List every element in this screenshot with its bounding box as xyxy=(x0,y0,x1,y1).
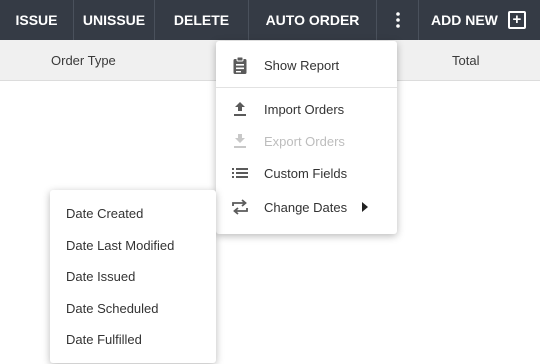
menu-item-label: Import Orders xyxy=(264,101,345,117)
issue-button[interactable]: ISSUE xyxy=(0,0,74,40)
plus-square-icon: + xyxy=(507,11,526,29)
delete-button[interactable]: DELETE xyxy=(155,0,249,40)
auto-order-button[interactable]: AUTO ORDER xyxy=(249,0,377,40)
menu-item-custom-fields[interactable]: Custom Fields xyxy=(216,158,397,188)
menu-item-label: Export Orders xyxy=(264,133,345,149)
more-vertical-icon xyxy=(395,12,400,28)
swap-icon xyxy=(216,199,264,215)
toolbar: ISSUE UNISSUE DELETE AUTO ORDER ADD NEW … xyxy=(0,0,540,40)
more-options-button[interactable] xyxy=(377,0,419,40)
download-icon xyxy=(216,133,264,149)
menu-item-import-orders[interactable]: Import Orders xyxy=(216,94,397,124)
column-header-order-type[interactable]: Order Type xyxy=(51,53,116,68)
column-header-total[interactable]: Total xyxy=(452,53,479,68)
menu-item-label: Change Dates xyxy=(264,199,348,215)
menu-item-export-orders: Export Orders xyxy=(216,126,397,156)
submenu-arrow-icon xyxy=(362,202,369,212)
submenu-item-date-fulfilled[interactable]: Date Fulfilled xyxy=(50,325,216,353)
menu-item-label: Custom Fields xyxy=(264,165,348,181)
menu-item-change-dates[interactable]: Change Dates xyxy=(216,192,397,222)
menu-item-label: Show Report xyxy=(264,57,340,73)
clipboard-icon xyxy=(216,56,264,74)
submenu-item-date-last-modified[interactable]: Date Last Modified xyxy=(50,231,216,259)
submenu-item-date-created[interactable]: Date Created xyxy=(50,199,216,227)
add-new-button[interactable]: ADD NEW + xyxy=(419,0,540,40)
submenu-item-date-issued[interactable]: Date Issued xyxy=(50,262,216,290)
list-icon xyxy=(216,167,264,179)
menu-divider xyxy=(216,87,397,88)
submenu-item-date-scheduled[interactable]: Date Scheduled xyxy=(50,294,216,322)
change-dates-submenu: Date Created Date Last Modified Date Iss… xyxy=(50,190,216,363)
unissue-button[interactable]: UNISSUE xyxy=(74,0,155,40)
upload-icon xyxy=(216,101,264,117)
actions-menu: Show Report Import Orders Export Orders xyxy=(216,41,397,234)
menu-item-show-report[interactable]: Show Report xyxy=(216,50,397,80)
add-new-label: ADD NEW xyxy=(431,12,498,28)
